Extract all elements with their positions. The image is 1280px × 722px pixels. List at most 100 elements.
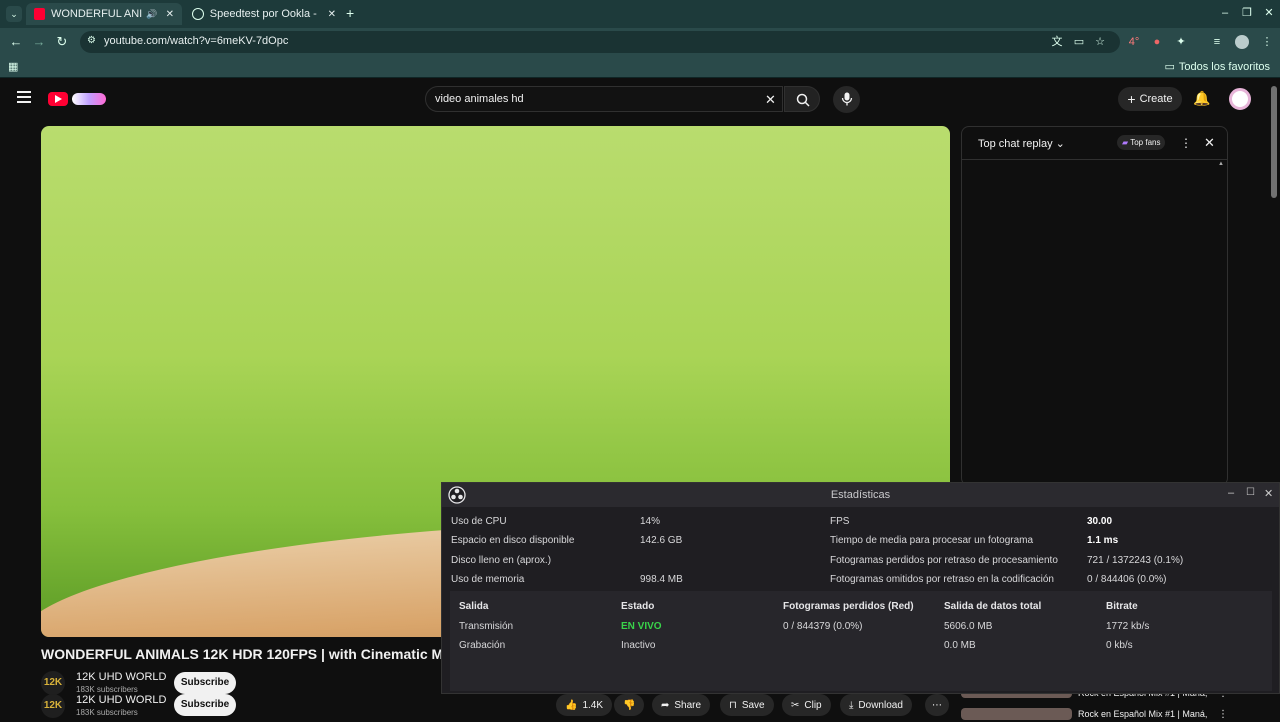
related-video-thumbnail[interactable]: [961, 708, 1072, 720]
microphone-icon: [841, 92, 853, 106]
subscribe-button[interactable]: Subscribe: [174, 672, 236, 694]
channel-name[interactable]: 12K UHD WORLD: [76, 694, 166, 706]
puzzle-extensions-icon[interactable]: ✦: [1174, 35, 1188, 49]
column-header: Fotogramas perdidos (Red): [783, 601, 914, 612]
obs-minimize-icon[interactable]: –: [1228, 487, 1234, 499]
stat-label: Uso de CPU: [451, 516, 507, 527]
obs-maximize-icon[interactable]: ☐: [1246, 487, 1255, 498]
site-info-icon[interactable]: ⚙: [87, 35, 96, 46]
download-label: Download: [858, 699, 903, 711]
related-video-title[interactable]: Rock en Español Mix #1 | Maná,: [1078, 709, 1207, 719]
browser-tab-strip: ⌄ WONDERFUL ANIMA 🔊 ✕ Speedtest por Ookl…: [0, 0, 1280, 28]
cast-icon[interactable]: ▭: [1072, 35, 1086, 49]
bookmark-star-icon[interactable]: ☆: [1093, 35, 1107, 49]
chat-scroll-up-icon[interactable]: ▲: [1218, 161, 1224, 167]
browser-menu-icon[interactable]: ⋮: [1260, 35, 1274, 49]
youtube-logo[interactable]: [48, 91, 108, 107]
stat-label: Fotogramas perdidos por retraso de proce…: [830, 555, 1058, 566]
chat-close-icon[interactable]: ✕: [1204, 135, 1215, 151]
subscribe-button[interactable]: Subscribe: [174, 694, 236, 716]
top-fans-badge[interactable]: ▰ Top fans: [1117, 135, 1166, 150]
create-label: Create: [1139, 93, 1173, 105]
tab-title: Speedtest por Ookla - La: [209, 8, 320, 20]
column-header: Estado: [621, 601, 655, 612]
tab-search-button[interactable]: ⌄: [6, 6, 22, 22]
share-label: Share: [674, 699, 702, 711]
clear-search-icon[interactable]: ✕: [765, 92, 776, 108]
all-bookmarks-label: Todos los favoritos: [1178, 61, 1270, 73]
crown-icon: ▰: [1122, 138, 1129, 147]
page-scrollbar[interactable]: [1271, 86, 1277, 198]
status-badge: EN VIVO: [621, 621, 662, 632]
extension-icon[interactable]: ●: [1150, 35, 1164, 49]
all-bookmarks-link[interactable]: ▭ Todos los favoritos: [1164, 60, 1270, 73]
voice-search-button[interactable]: [833, 86, 860, 113]
chat-header: Top chat replay ⌄ ▰ Top fans ⋮ ✕: [962, 127, 1227, 160]
minimize-icon[interactable]: –: [1218, 6, 1232, 20]
tab-speedtest[interactable]: Speedtest por Ookla - La ✕: [184, 3, 344, 25]
search-button[interactable]: [784, 86, 820, 112]
channel-avatar[interactable]: 12K: [41, 671, 65, 695]
obs-close-icon[interactable]: ✕: [1264, 487, 1273, 500]
table-cell: Grabación: [459, 640, 506, 651]
tab-youtube[interactable]: WONDERFUL ANIMA 🔊 ✕: [26, 3, 182, 25]
extension-icon[interactable]: 4°: [1127, 35, 1141, 49]
profile-avatar[interactable]: [1235, 35, 1249, 49]
youtube-masthead: video animales hd ✕ + Create 🔔: [0, 79, 1280, 121]
tab-close-icon[interactable]: ✕: [166, 9, 174, 20]
channel-name[interactable]: 12K UHD WORLD: [76, 671, 166, 683]
table-cell: 0.0 MB: [944, 640, 976, 651]
back-arrow-icon[interactable]: ←: [8, 34, 24, 50]
stat-label: Disco lleno en (aprox.): [451, 555, 552, 566]
address-bar[interactable]: ⚙ youtube.com/watch?v=6meKV-7dOpc 文 ▭ ☆: [80, 31, 1120, 53]
stat-label: Tiempo de media para procesar un fotogra…: [830, 535, 1034, 546]
stat-label: Espacio en disco disponible: [451, 535, 575, 546]
related-more-icon[interactable]: ⋮: [1218, 709, 1228, 720]
restore-icon[interactable]: ❐: [1240, 6, 1254, 20]
stat-label: FPS: [830, 516, 850, 527]
stat-value: 998.4 MB: [640, 574, 683, 585]
close-window-icon[interactable]: ✕: [1262, 6, 1276, 20]
stat-value: 14%: [640, 516, 661, 527]
like-count: 1.4K: [582, 699, 604, 711]
reading-list-icon[interactable]: ≡: [1210, 35, 1224, 49]
like-button[interactable]: 👍 1.4K: [556, 694, 613, 716]
thumbs-up-icon: 👍: [565, 699, 578, 711]
create-button[interactable]: + Create: [1118, 87, 1182, 111]
reload-icon[interactable]: ↻: [54, 34, 70, 50]
save-button[interactable]: ⊓ Save: [720, 694, 774, 716]
clip-label: Clip: [804, 699, 822, 711]
plus-icon: +: [1127, 91, 1136, 107]
new-tab-button[interactable]: +: [346, 5, 360, 21]
column-header: Salida: [459, 601, 489, 612]
speaker-icon: 🔊: [146, 8, 158, 19]
notifications-bell-icon[interactable]: 🔔: [1193, 90, 1210, 107]
hamburger-menu-icon[interactable]: [17, 91, 31, 103]
youtube-favicon-icon: [34, 8, 45, 20]
live-chat-panel: Top chat replay ⌄ ▰ Top fans ⋮ ✕ ▲: [961, 126, 1228, 486]
dislike-button[interactable]: 👎: [614, 694, 645, 716]
translate-icon[interactable]: 文: [1050, 35, 1064, 49]
download-button[interactable]: ⤓ Download: [840, 694, 912, 716]
stat-value: 721 / 1372243 (0.1%): [1087, 555, 1184, 566]
obs-title-bar[interactable]: Estadísticas – ☐ ✕: [442, 483, 1279, 507]
download-icon: ⤓: [849, 699, 854, 711]
more-icon: ⋯: [932, 699, 942, 711]
forward-arrow-icon[interactable]: →: [31, 34, 47, 50]
stat-value: 1.1 ms: [1087, 535, 1119, 546]
clip-button[interactable]: ✂ Clip: [782, 694, 831, 716]
apps-grid-icon[interactable]: ▦: [8, 60, 18, 73]
thumbs-down-icon: 👎: [623, 699, 636, 711]
chat-mode-dropdown[interactable]: Top chat replay ⌄: [978, 137, 1065, 150]
obs-window-title: Estadísticas: [830, 489, 891, 501]
chat-more-icon[interactable]: ⋮: [1180, 136, 1192, 150]
subscriber-count: 183K subscribers: [76, 685, 138, 694]
more-actions-button[interactable]: ⋯: [925, 694, 949, 716]
tab-close-icon[interactable]: ✕: [328, 9, 336, 20]
stat-label: Fotogramas omitidos por retraso en la co…: [830, 574, 1054, 585]
share-icon: ➦: [661, 699, 670, 711]
account-avatar[interactable]: [1229, 88, 1251, 110]
share-button[interactable]: ➦ Share: [652, 694, 711, 716]
search-input[interactable]: video animales hd ✕: [425, 86, 783, 112]
channel-avatar[interactable]: 12K: [41, 694, 65, 718]
